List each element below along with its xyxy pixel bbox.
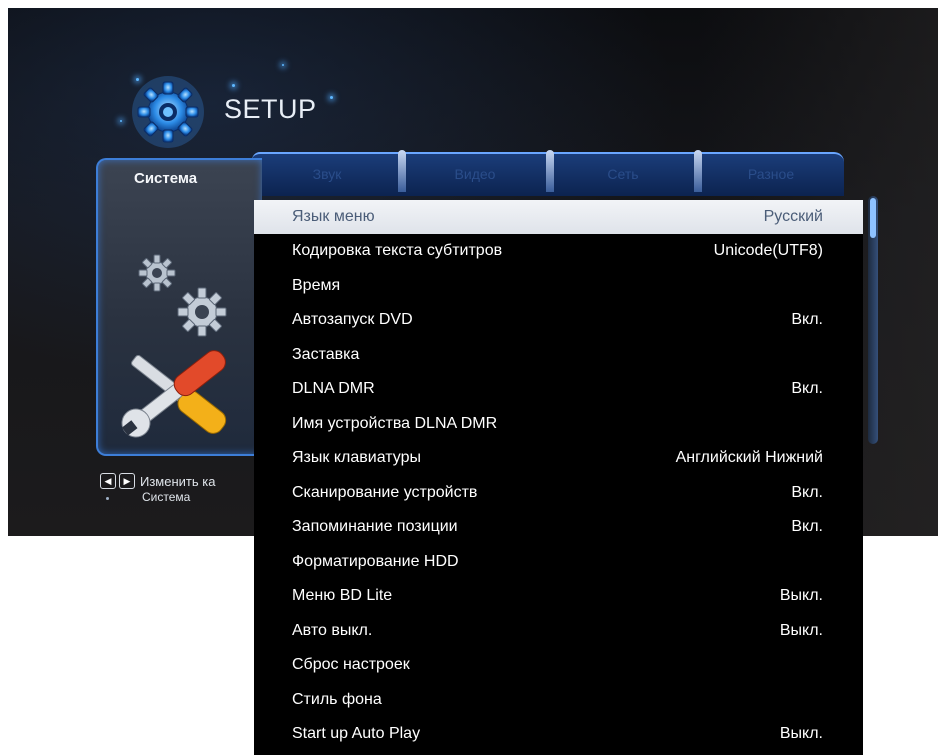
setting-value: Вкл. <box>791 518 823 535</box>
setting-label: Сброс настроек <box>292 656 410 673</box>
setting-label: Форматирование HDD <box>292 552 459 570</box>
setting-row[interactable]: Время <box>254 269 863 304</box>
setting-value: Выкл. <box>779 725 823 742</box>
footer-hint: Изменить ка <box>140 474 216 489</box>
page-title: SETUP <box>224 94 317 124</box>
setting-value: Выкл. <box>779 587 823 604</box>
setting-label: Авто выкл. <box>292 621 373 639</box>
setting-label: Стиль фона <box>292 690 382 708</box>
sparkle-decoration <box>232 84 235 87</box>
setting-value: Русский <box>763 207 823 225</box>
setting-label: Язык меню <box>292 207 375 225</box>
setting-value: Выкл. <box>779 621 823 639</box>
setting-value: Вкл. <box>791 380 823 397</box>
setting-label: Сканирование устройств <box>292 483 478 501</box>
setting-row[interactable]: Кодировка текста субтитров Unicode(UTF8) <box>254 234 863 269</box>
setting-row[interactable]: Меню BD Lite Выкл. <box>254 579 863 614</box>
setting-label: Время <box>292 276 341 294</box>
gear-icon <box>138 254 176 292</box>
setting-value: Unicode(UTF8) <box>713 242 823 259</box>
breadcrumb: Система <box>142 490 191 504</box>
setting-label: Start up Auto Play <box>292 725 421 742</box>
tab-misc[interactable]: Разное <box>716 166 826 182</box>
setting-row[interactable]: Автозапуск DVD Вкл. <box>254 303 863 338</box>
tab-sound[interactable]: Звук <box>272 166 382 182</box>
setting-label: Язык клавиатуры <box>292 449 421 466</box>
tab-system[interactable]: Система <box>134 170 197 187</box>
tab-network[interactable]: Сеть <box>568 166 678 182</box>
setting-label: Заставка <box>292 345 360 363</box>
nav-keys: ◀ ▶ <box>100 473 135 489</box>
setting-row[interactable]: Язык клавиатуры Английский Нижний <box>254 441 863 476</box>
setting-row[interactable]: Сброс настроек <box>254 648 863 683</box>
setting-label: Имя устройства DLNA DMR <box>292 414 498 432</box>
setting-row[interactable]: Сканирование устройств Вкл. <box>254 476 863 511</box>
tab-video[interactable]: Видео <box>420 166 530 182</box>
setting-label: Автозапуск DVD <box>292 311 413 328</box>
sparkle-decoration <box>282 64 284 66</box>
setup-gear-icon <box>132 76 204 148</box>
setting-row[interactable]: Стиль фона <box>254 683 863 718</box>
setting-row[interactable]: Язык меню Русский <box>254 200 863 234</box>
setting-row[interactable]: Форматирование HDD <box>254 545 863 580</box>
setting-row[interactable]: Запоминание позиции Вкл. <box>254 510 863 545</box>
setting-row[interactable]: DLNA DMR Вкл. <box>254 372 863 407</box>
setting-label: Запоминание позиции <box>292 518 458 535</box>
setting-value: Английский Нижний <box>675 449 823 466</box>
bullet-icon <box>106 497 109 500</box>
setting-label: Меню BD Lite <box>292 587 393 604</box>
gear-icon <box>177 287 227 337</box>
setting-label: Кодировка текста субтитров <box>292 242 503 259</box>
setting-row[interactable]: Start up Auto Play Выкл. <box>254 717 863 752</box>
arrow-right-icon: ▶ <box>119 473 135 489</box>
settings-list: Язык меню Русский Кодировка текста субтитр… <box>254 200 863 755</box>
setting-label: DLNA DMR <box>292 380 375 397</box>
sparkle-decoration <box>330 96 333 99</box>
setting-value: Вкл. <box>791 483 823 501</box>
setting-value: Вкл. <box>791 311 823 328</box>
arrow-left-icon: ◀ <box>100 473 116 489</box>
tools-icon <box>121 350 227 438</box>
setting-row[interactable]: Имя устройства DLNA DMR <box>254 407 863 442</box>
setting-row[interactable]: Заставка <box>254 338 863 373</box>
scrollbar-thumb[interactable] <box>870 198 876 238</box>
sparkle-decoration <box>120 120 122 122</box>
setting-row[interactable]: Авто выкл. Выкл. <box>254 614 863 649</box>
